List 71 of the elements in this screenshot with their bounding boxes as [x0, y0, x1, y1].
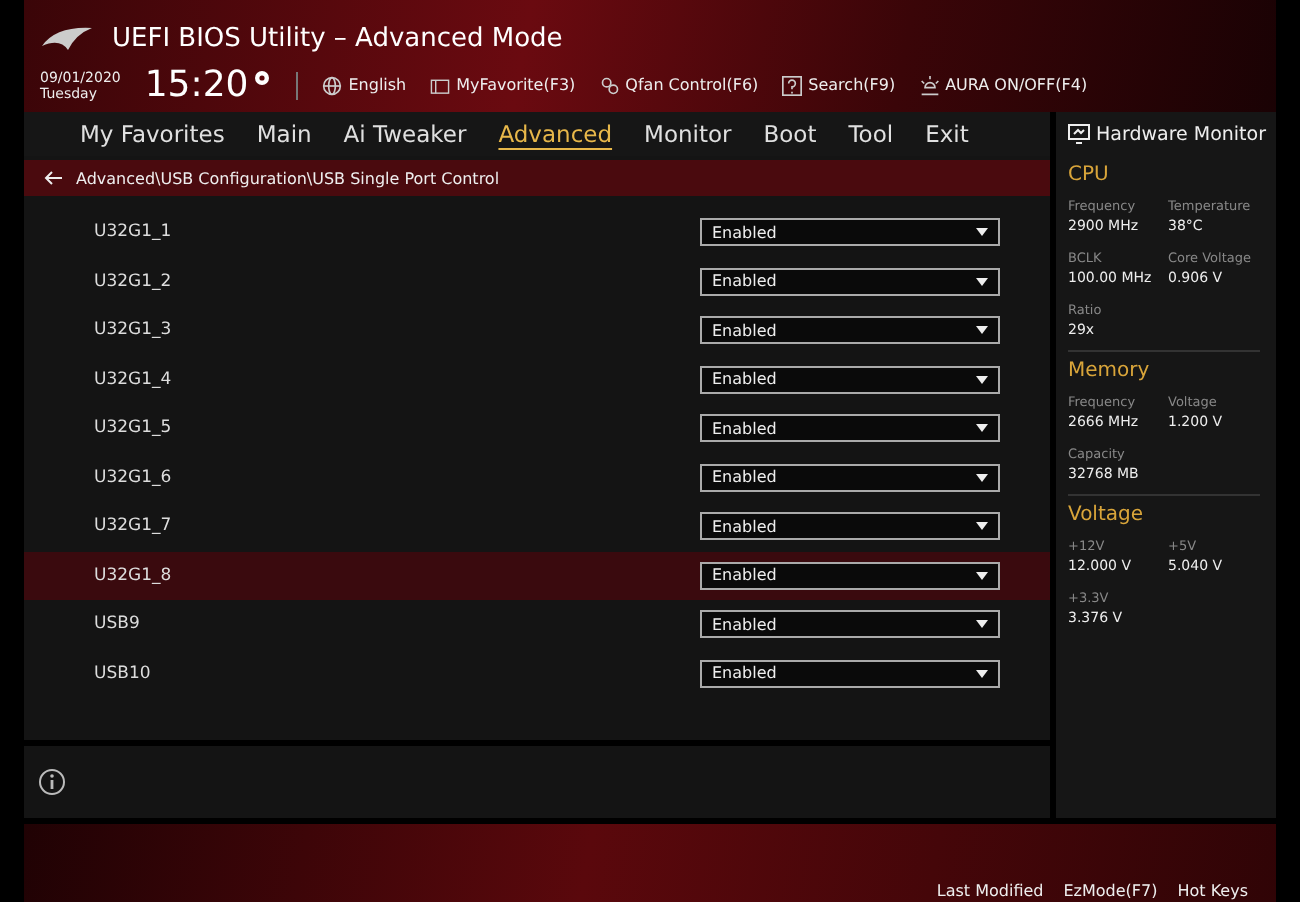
setting-label: USB10	[94, 663, 151, 684]
footer-link[interactable]: Hot Keys	[1177, 882, 1248, 900]
toolbar-link[interactable]: AURA ON/OFF(F4)	[945, 76, 1088, 94]
caret-icon	[976, 571, 988, 580]
setting-label: USB9	[94, 614, 140, 635]
dropdown[interactable]: Enabled	[700, 463, 1000, 492]
light-icon	[919, 75, 940, 95]
toolbar-link[interactable]: Search(F9)	[808, 76, 896, 94]
window-title: UEFI BIOS Utility – Advanced Mode	[112, 23, 563, 53]
setting-label: U32G1_8	[94, 565, 172, 586]
setting-label: U32G1_7	[94, 516, 172, 537]
breadcrumb-text: Advanced\USB Configuration\USB Single Port Control	[76, 169, 500, 187]
dropdown[interactable]: Enabled	[700, 512, 1000, 541]
setting-label: U32G1_1	[94, 222, 172, 243]
back-arrow-icon[interactable]	[44, 170, 64, 186]
caret-icon	[976, 424, 988, 433]
toolbar-link[interactable]: Qfan Control(F6)	[625, 76, 759, 94]
footer-link[interactable]: Last Modified	[936, 882, 1044, 900]
question-icon	[782, 75, 803, 95]
setting-row[interactable]: U32G1_7 Enabled	[24, 502, 1050, 551]
caret-icon	[976, 375, 988, 384]
setting-row[interactable]: USB10 Enabled	[24, 649, 1050, 698]
caret-icon	[976, 277, 988, 286]
menu-tab[interactable]: Ai Tweaker	[327, 120, 483, 148]
setting-row[interactable]: U32G1_8 Enabled	[24, 551, 1050, 600]
menu-tab[interactable]: Boot	[747, 120, 833, 148]
setting-label: U32G1_6	[94, 467, 172, 488]
section-title: CPU	[1068, 164, 1111, 186]
caret-icon	[976, 228, 988, 237]
setting-row[interactable]: U32G1_1 Enabled	[24, 208, 1050, 257]
caret-icon	[976, 620, 988, 629]
dropdown[interactable]: Enabled	[700, 218, 1000, 247]
menu-tab[interactable]: My Favorites	[64, 120, 241, 148]
globe-icon	[322, 75, 343, 95]
setting-row[interactable]: USB9 Enabled	[24, 600, 1050, 649]
info-icon[interactable]	[38, 768, 66, 796]
clock-time: 15:20	[144, 64, 249, 106]
dropdown[interactable]: Enabled	[700, 561, 1000, 590]
setting-label: U32G1_5	[94, 418, 172, 439]
section-title: Memory	[1068, 360, 1152, 382]
dropdown[interactable]: Enabled	[700, 610, 1000, 639]
monitor-icon	[1068, 124, 1090, 144]
dropdown[interactable]: Enabled	[700, 365, 1000, 394]
setting-label: U32G1_4	[94, 369, 172, 390]
setting-row[interactable]: U32G1_6 Enabled	[24, 453, 1050, 502]
caret-icon	[976, 669, 988, 678]
toolbar-link[interactable]: MyFavorite(F3)	[456, 76, 576, 94]
folder-icon	[430, 75, 451, 95]
menu-tab[interactable]: Exit	[909, 120, 985, 148]
setting-row[interactable]: U32G1_5 Enabled	[24, 404, 1050, 453]
setting-row[interactable]: U32G1_3 Enabled	[24, 306, 1050, 355]
panel-title: Hardware Monitor	[1096, 123, 1266, 145]
menu-tab[interactable]: Advanced	[482, 120, 629, 148]
menu-tab[interactable]: Tool	[832, 120, 910, 148]
caret-icon	[976, 522, 988, 531]
setting-label: U32G1_2	[94, 271, 172, 292]
setting-row[interactable]: U32G1_4 Enabled	[24, 355, 1050, 404]
menu-tab[interactable]: Monitor	[628, 120, 748, 148]
dropdown[interactable]: Enabled	[700, 316, 1000, 345]
dropdown[interactable]: Enabled	[700, 267, 1000, 296]
toolbar-link[interactable]: English	[348, 76, 407, 94]
setting-row[interactable]: U32G1_2 Enabled	[24, 257, 1050, 306]
caret-icon	[976, 326, 988, 335]
logo-icon	[40, 22, 96, 54]
dropdown[interactable]: Enabled	[700, 659, 1000, 688]
menu-tab[interactable]: Main	[240, 120, 328, 148]
footer-link[interactable]: EzMode(F7)	[1063, 882, 1158, 900]
section-title: Voltage	[1068, 504, 1146, 526]
caret-icon	[976, 473, 988, 482]
dropdown[interactable]: Enabled	[700, 414, 1000, 443]
setting-label: U32G1_3	[94, 320, 172, 341]
